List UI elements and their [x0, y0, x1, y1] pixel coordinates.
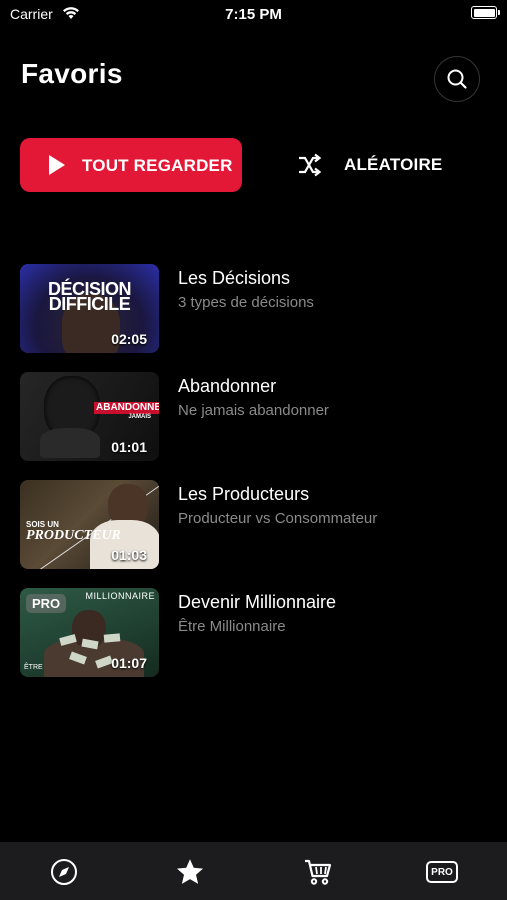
favorites-list: DÉCISION DIFFICILE 02:05 Les Décisions 3…	[20, 264, 487, 696]
play-all-button[interactable]: TOUT REGARDER	[20, 138, 242, 192]
video-thumbnail: SOIS UN PRODUCTEUR 01:03	[20, 480, 159, 569]
tab-favorites[interactable]	[174, 856, 206, 888]
list-item[interactable]: SOIS UN PRODUCTEUR 01:03 Les Producteurs…	[20, 480, 487, 588]
video-title: Abandonner	[178, 376, 277, 396]
shuffle-button[interactable]: ALÉATOIRE	[296, 148, 442, 182]
duration-label: 01:03	[111, 547, 147, 563]
list-item[interactable]: ABANDONNE JAMAIS 01:01 Abandonner Ne jam…	[20, 372, 487, 480]
star-icon	[177, 859, 203, 884]
video-subtitle: 3 types de décisions	[178, 294, 314, 311]
duration-label: 01:07	[111, 655, 147, 671]
video-subtitle: Être Millionnaire	[178, 618, 286, 635]
thumbnail-subtext: PRODUCTEUR	[26, 528, 121, 543]
status-bar: Carrier 7:15 PM	[0, 0, 507, 30]
list-item[interactable]: DÉCISION DIFFICILE 02:05 Les Décisions 3…	[20, 264, 487, 372]
pro-icon: PRO	[426, 861, 458, 883]
video-title: Les Décisions	[178, 268, 291, 288]
video-subtitle: Producteur vs Consommateur	[178, 510, 378, 527]
thumbnail-subtext: JAMAIS	[128, 414, 151, 420]
list-item[interactable]: MILLIONNAIRE ÊTRE PRO 01:07 Devenir Mill…	[20, 588, 487, 696]
pro-badge: PRO	[26, 594, 67, 613]
tab-pro[interactable]: PRO	[426, 856, 458, 888]
tab-bar: PRO	[0, 842, 507, 900]
video-title: Devenir Millionnaire	[178, 592, 337, 612]
play-icon	[49, 155, 65, 175]
battery-icon	[471, 6, 500, 19]
duration-label: 01:01	[111, 439, 147, 455]
page-title: Favoris	[21, 58, 123, 89]
thumbnail-text: ABANDONNE	[96, 402, 159, 413]
video-thumbnail: DÉCISION DIFFICILE 02:05	[20, 264, 159, 353]
thumbnail-text: MILLIONNAIRE	[85, 591, 155, 601]
video-thumbnail: ABANDONNE JAMAIS 01:01	[20, 372, 159, 461]
cart-icon	[305, 859, 332, 885]
compass-icon	[51, 859, 77, 885]
shuffle-icon	[299, 153, 322, 177]
duration-label: 02:05	[111, 331, 147, 347]
tab-explore[interactable]	[48, 856, 80, 888]
thumbnail-subtext: ÊTRE	[24, 664, 43, 671]
video-title: Les Producteurs	[178, 484, 310, 504]
play-all-label: TOUT REGARDER	[82, 156, 233, 175]
shuffle-label: ALÉATOIRE	[344, 155, 443, 174]
video-thumbnail: MILLIONNAIRE ÊTRE PRO 01:07	[20, 588, 159, 677]
video-subtitle: Ne jamais abandonner	[178, 402, 329, 419]
tab-shop[interactable]	[302, 856, 334, 888]
clock: 7:15 PM	[225, 6, 282, 23]
search-button[interactable]	[434, 56, 480, 102]
thumbnail-text: DÉCISION DIFFICILE	[47, 279, 132, 314]
search-icon	[447, 69, 467, 89]
